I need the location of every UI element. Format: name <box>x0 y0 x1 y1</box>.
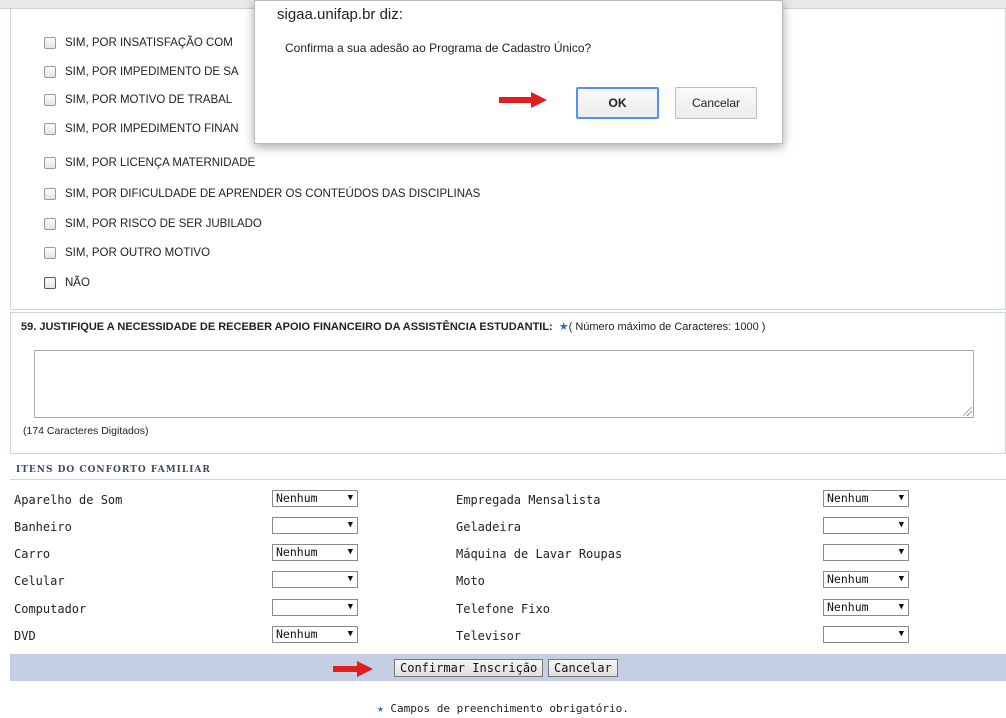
option-label: SIM, POR DIFICULDADE DE APRENDER OS CONT… <box>65 188 481 200</box>
select-celular[interactable]: ▼ <box>272 571 358 588</box>
max-characters-note: ( Número máximo de Caracteres: 1000 ) <box>568 321 766 333</box>
option-label: SIM, POR LICENÇA MATERNIDADE <box>65 157 256 169</box>
comfort-row: Celular ▼ Moto Nenhum ▼ <box>10 567 1006 594</box>
select-televisor[interactable]: ▼ <box>823 626 909 643</box>
option-impedimento-financeiro[interactable]: SIM, POR IMPEDIMENTO FINAN <box>44 121 239 137</box>
required-star-icon: ★ <box>377 702 384 715</box>
dropdown-arrow-icon: ▼ <box>347 602 353 612</box>
item-label: Computador <box>14 602 87 616</box>
question-text: 59. JUSTIFIQUE A NECESSIDADE DE RECEBER … <box>21 321 553 333</box>
red-arrow-icon <box>333 661 373 677</box>
checkbox-icon[interactable] <box>44 277 56 289</box>
checkbox-icon[interactable] <box>44 37 56 49</box>
option-label: SIM, POR OUTRO MOTIVO <box>65 247 211 259</box>
required-fields-note: ★ Campos de preenchimento obrigatório. <box>0 702 1006 715</box>
option-label: SIM, POR IMPEDIMENTO DE SA <box>65 66 239 78</box>
item-label: Carro <box>14 547 51 561</box>
dropdown-arrow-icon: ▼ <box>898 547 904 557</box>
select-telefone-fixo[interactable]: Nenhum ▼ <box>823 599 909 616</box>
item-label: Celular <box>14 574 65 588</box>
question-59: 59. JUSTIFIQUE A NECESSIDADE DE RECEBER … <box>10 312 1006 454</box>
select-moto[interactable]: Nenhum ▼ <box>823 571 909 588</box>
option-impedimento-saude[interactable]: SIM, POR IMPEDIMENTO DE SA <box>44 64 239 80</box>
select-value: Nenhum <box>827 572 869 586</box>
option-insatisfacao[interactable]: SIM, POR INSATISFAÇÃO COM <box>44 35 233 51</box>
checkbox-icon[interactable] <box>44 94 56 106</box>
dropdown-arrow-icon: ▼ <box>898 602 904 612</box>
checkbox-icon[interactable] <box>44 218 56 230</box>
select-computador[interactable]: ▼ <box>272 599 358 616</box>
option-licenca-maternidade[interactable]: SIM, POR LICENÇA MATERNIDADE <box>44 155 255 171</box>
option-label: SIM, POR RISCO DE SER JUBILADO <box>65 218 262 230</box>
select-value: Nenhum <box>827 491 869 505</box>
option-nao[interactable]: NÃO <box>44 275 90 291</box>
comfort-row: Computador ▼ Telefone Fixo Nenhum ▼ <box>10 595 1006 622</box>
dropdown-arrow-icon: ▼ <box>898 520 904 530</box>
checkbox-icon[interactable] <box>44 247 56 259</box>
select-banheiro[interactable]: ▼ <box>272 517 358 534</box>
select-value: Nenhum <box>276 545 318 559</box>
question-title: 59. JUSTIFIQUE A NECESSIDADE DE RECEBER … <box>21 320 765 333</box>
justification-textarea[interactable] <box>34 350 974 418</box>
form-button-bar: Confirmar Inscrição Cancelar <box>10 654 1006 681</box>
option-outro-motivo[interactable]: SIM, POR OUTRO MOTIVO <box>44 245 210 261</box>
option-label: NÃO <box>65 277 90 289</box>
red-arrow-icon <box>499 92 547 108</box>
option-risco-jubilado[interactable]: SIM, POR RISCO DE SER JUBILADO <box>44 216 262 232</box>
comfort-row: Banheiro ▼ Geladeira ▼ <box>10 513 1006 540</box>
option-label: SIM, POR MOTIVO DE TRABAL <box>65 94 233 106</box>
dialog-message: Confirma a sua adesão ao Programa de Cad… <box>285 41 592 55</box>
confirm-enrollment-button[interactable]: Confirmar Inscrição <box>394 659 544 677</box>
dropdown-arrow-icon: ▼ <box>347 629 353 639</box>
select-value: Nenhum <box>276 491 318 505</box>
select-maquina-de-lavar[interactable]: ▼ <box>823 544 909 561</box>
note-text: Campos de preenchimento obrigatório. <box>390 702 629 715</box>
dropdown-arrow-icon: ▼ <box>898 493 904 503</box>
dropdown-arrow-icon: ▼ <box>898 574 904 584</box>
select-value: Nenhum <box>276 627 318 641</box>
item-label: Banheiro <box>14 520 72 534</box>
dropdown-arrow-icon: ▼ <box>898 629 904 639</box>
checkbox-icon[interactable] <box>44 188 56 200</box>
item-label: Moto <box>456 574 485 588</box>
character-counter: (174 Caracteres Digitados) <box>23 425 149 437</box>
option-dificuldade-aprender[interactable]: SIM, POR DIFICULDADE DE APRENDER OS CONT… <box>44 186 480 202</box>
item-label: Televisor <box>456 629 522 643</box>
item-label: Geladeira <box>456 520 522 534</box>
dialog-cancel-button[interactable]: Cancelar <box>675 87 757 119</box>
select-geladeira[interactable]: ▼ <box>823 517 909 534</box>
section-title: Itens do conforto familiar <box>16 465 211 475</box>
item-label: Telefone Fixo <box>456 602 550 616</box>
option-label: SIM, POR IMPEDIMENTO FINAN <box>65 123 239 135</box>
dialog-title: sigaa.unifap.br diz: <box>277 6 403 23</box>
select-dvd[interactable]: Nenhum ▼ <box>272 626 358 643</box>
select-carro[interactable]: Nenhum ▼ <box>272 544 358 561</box>
select-empregada-mensalista[interactable]: Nenhum ▼ <box>823 490 909 507</box>
required-star-icon: ★ <box>558 321 569 333</box>
ok-button[interactable]: OK <box>576 87 659 119</box>
dropdown-arrow-icon: ▼ <box>347 574 353 584</box>
select-aparelho-de-som[interactable]: Nenhum ▼ <box>272 490 358 507</box>
checkbox-icon[interactable] <box>44 66 56 78</box>
option-motivo-trabalho[interactable]: SIM, POR MOTIVO DE TRABAL <box>44 92 232 108</box>
item-label: Aparelho de Som <box>14 493 123 507</box>
item-label: DVD <box>14 629 36 643</box>
comfort-row: Carro Nenhum ▼ Máquina de Lavar Roupas ▼ <box>10 540 1006 567</box>
confirm-dialog: sigaa.unifap.br diz: Confirma a sua ades… <box>254 0 783 144</box>
dropdown-arrow-icon: ▼ <box>347 493 353 503</box>
comfort-row: Aparelho de Som Nenhum ▼ Empregada Mensal… <box>10 486 1006 513</box>
resize-grip-icon[interactable] <box>963 407 972 416</box>
select-value: Nenhum <box>827 600 869 614</box>
dropdown-arrow-icon: ▼ <box>347 520 353 530</box>
cancel-button[interactable]: Cancelar <box>548 659 618 677</box>
checkbox-icon[interactable] <box>44 123 56 135</box>
comfort-row: DVD Nenhum ▼ Televisor ▼ <box>10 622 1006 649</box>
dropdown-arrow-icon: ▼ <box>347 547 353 557</box>
checkbox-icon[interactable] <box>44 157 56 169</box>
comfort-section-header: Itens do conforto familiar <box>10 462 1006 480</box>
item-label: Máquina de Lavar Roupas <box>456 547 623 561</box>
item-label: Empregada Mensalista <box>456 493 601 507</box>
option-label: SIM, POR INSATISFAÇÃO COM <box>65 37 233 49</box>
